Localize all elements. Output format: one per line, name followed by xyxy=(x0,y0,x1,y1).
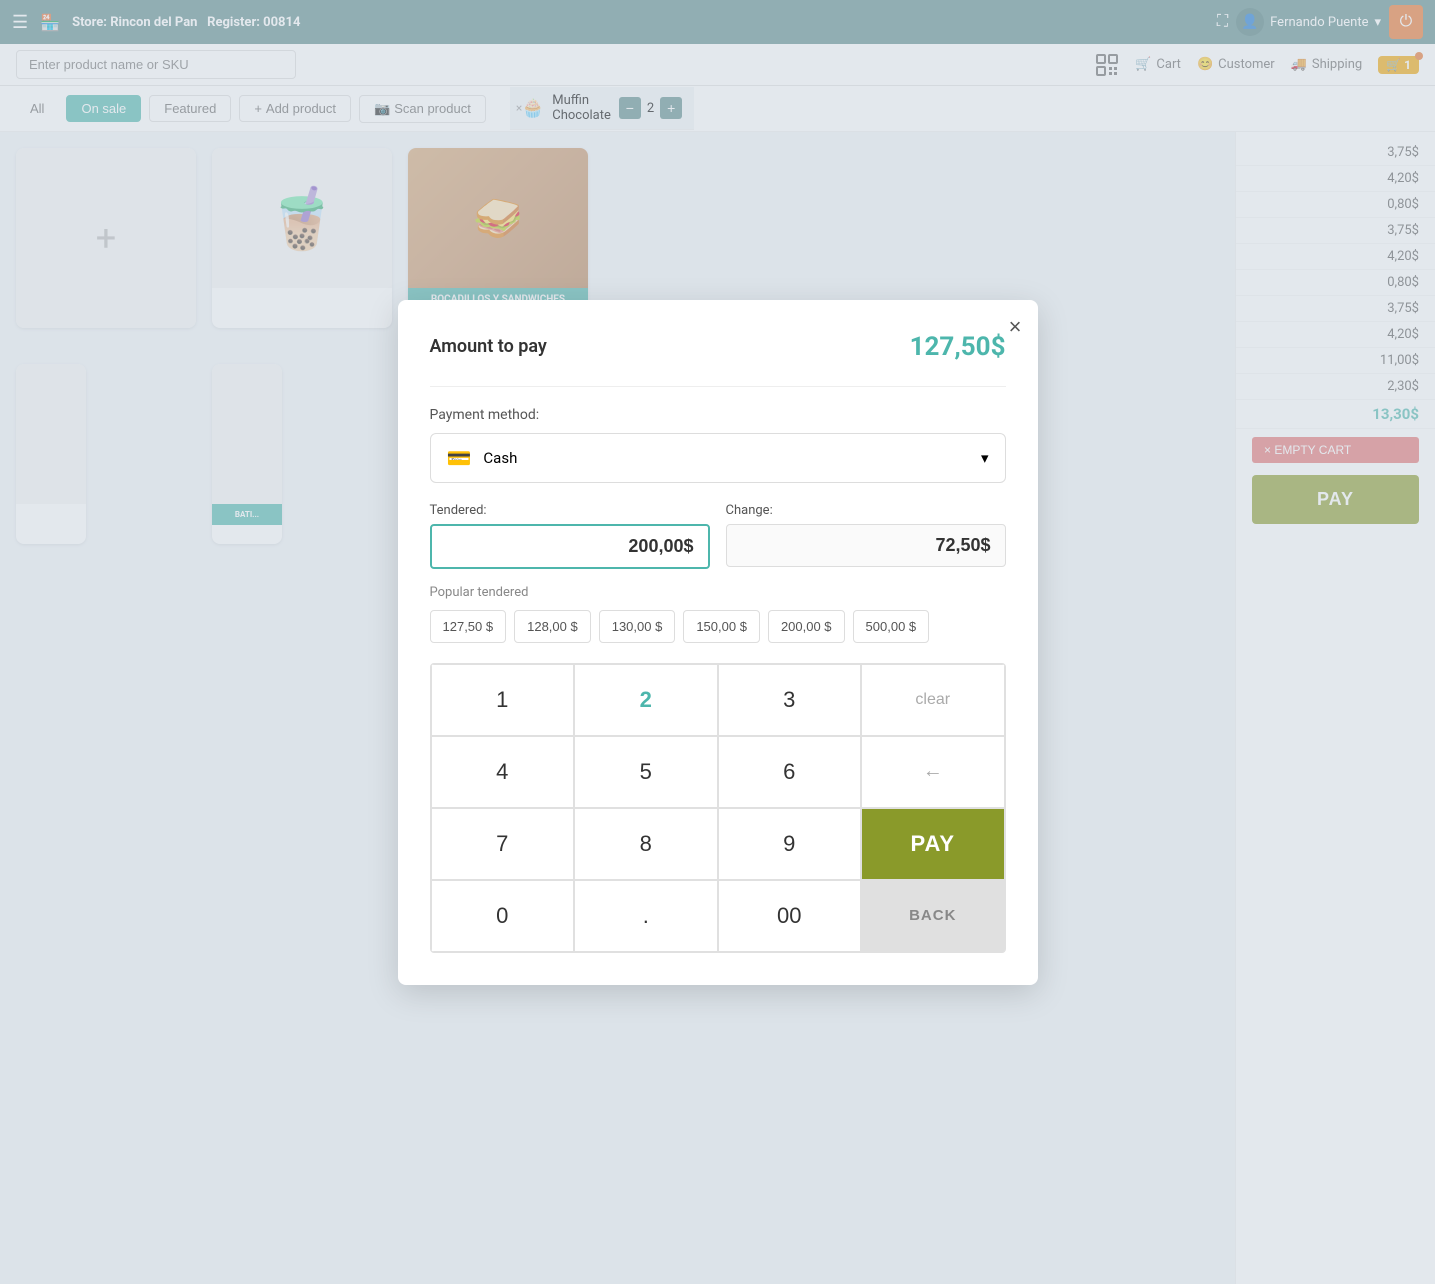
numpad-2[interactable]: 2 xyxy=(574,664,718,736)
tendered-field: Tendered: xyxy=(430,503,710,569)
change-label: Change: xyxy=(726,503,1006,518)
numpad-dot[interactable]: . xyxy=(574,880,718,952)
popular-btn-6[interactable]: 500,00 $ xyxy=(853,610,930,643)
tendered-input[interactable] xyxy=(430,524,710,569)
popular-btn-2[interactable]: 128,00 $ xyxy=(514,610,591,643)
numpad-9[interactable]: 9 xyxy=(718,808,862,880)
amount-value: 127,50$ xyxy=(910,332,1006,362)
numpad-0[interactable]: 0 xyxy=(431,880,575,952)
header-divider xyxy=(430,386,1006,387)
tendered-change-section: Tendered: Change: xyxy=(430,503,1006,569)
numpad-pay[interactable]: PAY xyxy=(861,808,1005,880)
amount-label: Amount to pay xyxy=(430,336,547,357)
numpad-7[interactable]: 7 xyxy=(431,808,575,880)
popular-btn-5[interactable]: 200,00 $ xyxy=(768,610,845,643)
payment-method-left: 💳 Cash xyxy=(447,446,518,470)
numpad-6[interactable]: 6 xyxy=(718,736,862,808)
numpad-00[interactable]: 00 xyxy=(718,880,862,952)
numpad-3[interactable]: 3 xyxy=(718,664,862,736)
popular-buttons: 127,50 $ 128,00 $ 130,00 $ 150,00 $ 200,… xyxy=(430,610,1006,643)
payment-method-select[interactable]: 💳 Cash ▾ xyxy=(430,433,1006,483)
numpad-5[interactable]: 5 xyxy=(574,736,718,808)
change-input xyxy=(726,524,1006,567)
chevron-down-icon: ▾ xyxy=(981,449,989,467)
change-field: Change: xyxy=(726,503,1006,569)
numpad-backspace[interactable]: ← xyxy=(861,736,1005,808)
popular-btn-4[interactable]: 150,00 $ xyxy=(683,610,760,643)
payment-method-name: Cash xyxy=(483,449,517,467)
numpad-4[interactable]: 4 xyxy=(431,736,575,808)
popular-btn-3[interactable]: 130,00 $ xyxy=(599,610,676,643)
payment-modal: × Amount to pay 127,50$ Payment method: … xyxy=(398,300,1038,985)
popular-btn-1[interactable]: 127,50 $ xyxy=(430,610,507,643)
modal-overlay: × Amount to pay 127,50$ Payment method: … xyxy=(0,0,1435,1284)
numpad-8[interactable]: 8 xyxy=(574,808,718,880)
tendered-label: Tendered: xyxy=(430,503,710,518)
numpad-clear[interactable]: clear xyxy=(861,664,1005,736)
cash-icon: 💳 xyxy=(447,446,472,470)
popular-label: Popular tendered xyxy=(430,585,1006,600)
payment-method-label: Payment method: xyxy=(430,407,1006,423)
modal-close-button[interactable]: × xyxy=(1009,316,1022,338)
modal-header: Amount to pay 127,50$ xyxy=(430,332,1006,362)
numpad: 1 2 3 clear 4 5 6 ← 7 8 9 PAY 0 . 00 BAC… xyxy=(430,663,1006,953)
numpad-1[interactable]: 1 xyxy=(431,664,575,736)
numpad-back[interactable]: BACK xyxy=(861,880,1005,952)
